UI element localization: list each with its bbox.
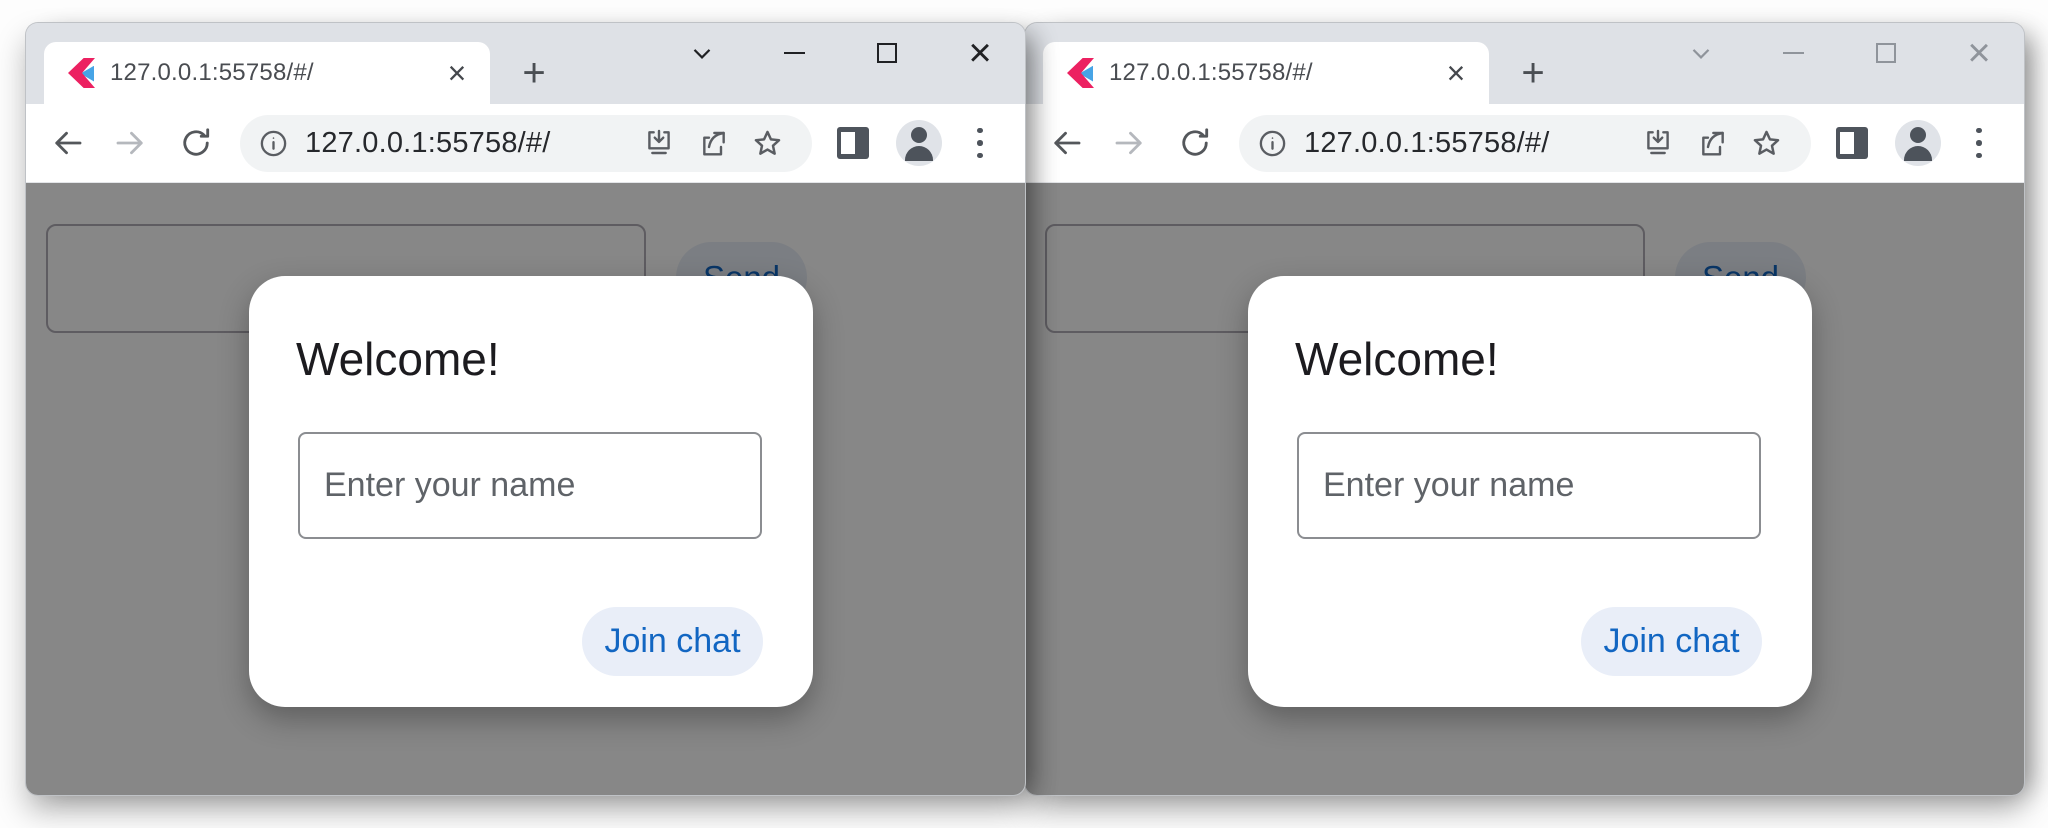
share-icon[interactable]: [686, 116, 740, 170]
tab-strip: 127.0.0.1:55758/#/ × + ×: [26, 23, 1025, 104]
flet-favicon-icon: [1067, 58, 1094, 88]
install-app-icon[interactable]: [1631, 116, 1685, 170]
dialog-title: Welcome!: [1295, 332, 1499, 386]
tab-title: 127.0.0.1:55758/#/: [1109, 59, 1439, 87]
close-window-button[interactable]: ×: [1957, 31, 2001, 75]
tab-close-icon[interactable]: ×: [1439, 57, 1473, 89]
browser-menu-icon[interactable]: [956, 116, 1004, 170]
forward-button[interactable]: [1101, 115, 1157, 171]
side-panel-icon[interactable]: [826, 116, 880, 170]
window-menu-chevron-icon[interactable]: [680, 31, 724, 75]
tab-close-icon[interactable]: ×: [440, 57, 474, 89]
back-button[interactable]: [1039, 115, 1095, 171]
avatar-person-icon: [1895, 120, 1941, 166]
avatar-person-icon: [896, 120, 942, 166]
welcome-dialog: Welcome! Join chat: [1248, 276, 1812, 707]
browser-tab[interactable]: 127.0.0.1:55758/#/ ×: [1043, 42, 1489, 104]
forward-button[interactable]: [102, 115, 158, 171]
url-text[interactable]: 127.0.0.1:55758/#/: [305, 127, 632, 160]
address-bar[interactable]: 127.0.0.1:55758/#/: [1239, 115, 1811, 172]
browser-toolbar: 127.0.0.1:55758/#/: [1025, 104, 2024, 183]
browser-window-right: 127.0.0.1:55758/#/ × + ×: [1025, 23, 2024, 795]
browser-toolbar: 127.0.0.1:55758/#/: [26, 104, 1025, 183]
minimize-button[interactable]: [772, 31, 816, 75]
side-panel-icon[interactable]: [1825, 116, 1879, 170]
browser-tab[interactable]: 127.0.0.1:55758/#/ ×: [44, 42, 490, 104]
join-chat-button[interactable]: Join chat: [1581, 607, 1762, 676]
browser-window-left: 127.0.0.1:55758/#/ × + ×: [26, 23, 1025, 795]
name-input[interactable]: [298, 432, 762, 539]
reload-button[interactable]: [1167, 115, 1223, 171]
window-menu-chevron-icon[interactable]: [1679, 31, 1723, 75]
install-app-icon[interactable]: [632, 116, 686, 170]
profile-avatar[interactable]: [1891, 116, 1945, 170]
back-button[interactable]: [40, 115, 96, 171]
reload-button[interactable]: [168, 115, 224, 171]
bookmark-star-icon[interactable]: [740, 116, 794, 170]
name-input[interactable]: [1297, 432, 1761, 539]
site-info-icon[interactable]: [258, 128, 289, 159]
welcome-dialog: Welcome! Join chat: [249, 276, 813, 707]
dialog-title: Welcome!: [296, 332, 500, 386]
share-icon[interactable]: [1685, 116, 1739, 170]
page-content: Send Welcome! Join chat: [26, 183, 1025, 795]
site-info-icon[interactable]: [1257, 128, 1288, 159]
new-tab-button[interactable]: +: [512, 53, 556, 97]
profile-avatar[interactable]: [892, 116, 946, 170]
new-tab-button[interactable]: +: [1511, 53, 1555, 97]
flet-favicon-icon: [68, 58, 95, 88]
address-bar[interactable]: 127.0.0.1:55758/#/: [240, 115, 812, 172]
minimize-button[interactable]: [1771, 31, 1815, 75]
close-window-button[interactable]: ×: [958, 31, 1002, 75]
join-chat-button[interactable]: Join chat: [582, 607, 763, 676]
tab-strip: 127.0.0.1:55758/#/ × + ×: [1025, 23, 2024, 104]
maximize-button[interactable]: [865, 31, 909, 75]
bookmark-star-icon[interactable]: [1739, 116, 1793, 170]
maximize-button[interactable]: [1864, 31, 1908, 75]
browser-menu-icon[interactable]: [1955, 116, 2003, 170]
url-text[interactable]: 127.0.0.1:55758/#/: [1304, 127, 1631, 160]
tab-title: 127.0.0.1:55758/#/: [110, 59, 440, 87]
page-content: Send Welcome! Join chat: [1025, 183, 2024, 795]
